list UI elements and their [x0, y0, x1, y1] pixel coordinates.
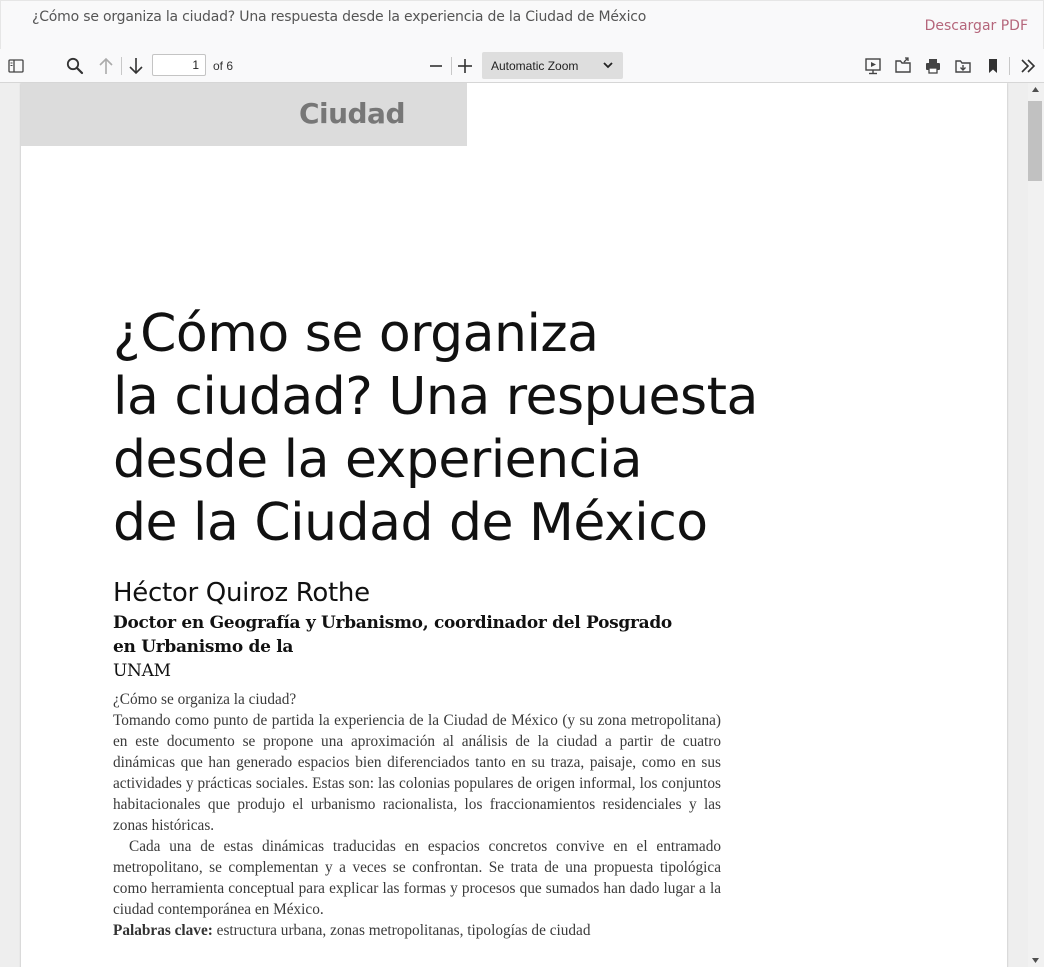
- section-band: Ciudad: [21, 83, 467, 146]
- document-title: ¿Cómo se organiza la ciudad? Una respues…: [32, 9, 647, 25]
- zoom-in-icon: [458, 59, 472, 73]
- author-affiliation: Doctor en Geografía y Urbanismo, coordin…: [113, 611, 672, 683]
- bookmark-button[interactable]: [981, 54, 1005, 78]
- print-icon: [926, 59, 940, 74]
- author-name: Héctor Quiroz Rothe: [113, 578, 370, 608]
- arrow-down-icon: [129, 58, 143, 75]
- search-icon: [66, 57, 84, 75]
- toolbar-separator: [451, 57, 452, 75]
- toolbar-separator: [121, 57, 122, 75]
- affiliation-abbr: UNAM: [113, 661, 171, 681]
- toolbar-separator: [1009, 57, 1010, 75]
- vertical-scrollbar[interactable]: [1028, 83, 1044, 967]
- section-label: Ciudad: [298, 97, 406, 130]
- pdf-toolbar: of 6 Automatic Zoom: [0, 49, 1044, 83]
- abstract: ¿Cómo se organiza la ciudad? Tomando com…: [113, 689, 721, 941]
- abstract-question: ¿Cómo se organiza la ciudad?: [113, 691, 297, 708]
- affiliation-prefix: en Urbanismo de la: [113, 637, 294, 657]
- page-count-label: of 6: [213, 59, 234, 73]
- download-pdf-link[interactable]: Descargar PDF: [925, 18, 1028, 34]
- bookmark-icon: [989, 59, 997, 73]
- zoom-out-button[interactable]: [424, 54, 448, 78]
- double-chevron-right-icon: [1021, 59, 1036, 73]
- scroll-up-arrow-icon[interactable]: [1032, 87, 1039, 92]
- article-title-line: de la Ciudad de México: [113, 493, 708, 553]
- affiliation-line: Doctor en Geografía y Urbanismo, coordin…: [113, 613, 672, 633]
- open-file-button[interactable]: [891, 54, 915, 78]
- title-bar: ¿Cómo se organiza la ciudad? Una respues…: [0, 0, 1044, 50]
- page-number-input[interactable]: [152, 54, 206, 76]
- pdf-viewer[interactable]: Ciudad ¿Cómo se organiza la ciudad? Una …: [0, 83, 1028, 967]
- chevron-down-icon: [603, 62, 613, 69]
- abstract-paragraph: Tomando como punto de partida la experie…: [113, 712, 721, 834]
- affiliation-line: en Urbanismo de la UNAM: [113, 635, 672, 683]
- keywords: Palabras clave: estructura urbana, zonas…: [113, 920, 721, 941]
- scrollbar-thumb[interactable]: [1028, 101, 1042, 181]
- article-title: ¿Cómo se organiza la ciudad? Una respues…: [113, 303, 758, 555]
- article-title-line: desde la experiencia: [113, 430, 642, 490]
- zoom-select-value: Automatic Zoom: [491, 59, 579, 73]
- download-button[interactable]: [951, 54, 975, 78]
- tools-menu-button[interactable]: [1016, 54, 1040, 78]
- abstract-paragraph: Cada una de estas dinámicas traducidas e…: [113, 838, 721, 918]
- previous-page-button[interactable]: [94, 54, 118, 78]
- scroll-down-arrow-icon[interactable]: [1032, 958, 1039, 963]
- presentation-icon: [865, 58, 881, 75]
- next-page-button[interactable]: [124, 54, 148, 78]
- keywords-label: Palabras clave:: [113, 922, 213, 939]
- article-title-line: ¿Cómo se organiza: [113, 304, 599, 364]
- arrow-up-icon: [99, 57, 113, 74]
- download-icon: [955, 60, 971, 73]
- zoom-in-button[interactable]: [453, 54, 477, 78]
- zoom-out-icon: [430, 65, 442, 67]
- zoom-select[interactable]: Automatic Zoom: [482, 52, 623, 79]
- print-button[interactable]: [921, 54, 945, 78]
- find-button[interactable]: [63, 54, 87, 78]
- sidebar-toggle-button[interactable]: [4, 54, 28, 78]
- keywords-text: estructura urbana, zonas metropolitanas,…: [212, 922, 591, 939]
- article-title-line: la ciudad? Una respuesta: [113, 367, 758, 427]
- presentation-mode-button[interactable]: [861, 54, 885, 78]
- sidebar-toggle-icon: [8, 59, 24, 73]
- pdf-page: Ciudad ¿Cómo se organiza la ciudad? Una …: [21, 83, 1007, 967]
- open-file-icon: [895, 57, 911, 73]
